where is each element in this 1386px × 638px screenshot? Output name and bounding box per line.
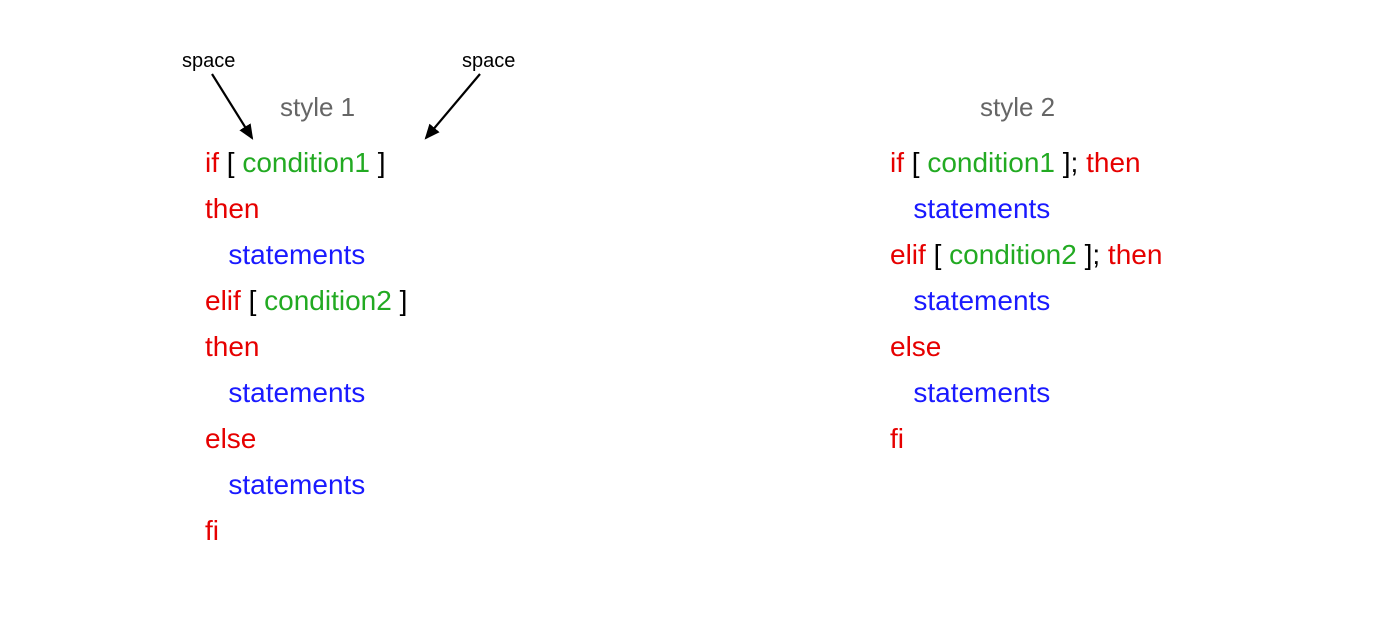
- statements: statements: [228, 377, 365, 408]
- bracket-close: ]: [392, 285, 408, 316]
- condition-1: condition1: [927, 147, 1055, 178]
- condition-2: condition2: [264, 285, 392, 316]
- indent: [890, 285, 913, 316]
- code-line: then: [205, 186, 407, 232]
- statements: statements: [913, 193, 1050, 224]
- condition-1: condition1: [242, 147, 370, 178]
- indent: [890, 193, 913, 224]
- indent: [205, 377, 228, 408]
- code-line: fi: [205, 508, 407, 554]
- code-block-style-1: if [ condition1 ] then statements elif […: [205, 140, 407, 554]
- kw-elif: elif: [890, 239, 926, 270]
- code-line: else: [890, 324, 1162, 370]
- indent: [205, 239, 228, 270]
- title-style-1: style 1: [280, 92, 355, 123]
- code-line: if [ condition1 ]: [205, 140, 407, 186]
- condition-2: condition2: [949, 239, 1077, 270]
- kw-then: then: [1108, 239, 1163, 270]
- kw-then: then: [1086, 147, 1141, 178]
- kw-then: then: [205, 193, 260, 224]
- kw-fi: fi: [890, 423, 904, 454]
- code-line: statements: [205, 462, 407, 508]
- code-line: statements: [890, 186, 1162, 232]
- code-line: elif [ condition2 ]; then: [890, 232, 1162, 278]
- statements: statements: [228, 239, 365, 270]
- code-line: if [ condition1 ]; then: [890, 140, 1162, 186]
- statements: statements: [913, 285, 1050, 316]
- kw-if: if: [890, 147, 904, 178]
- bracket-open: [: [926, 239, 949, 270]
- kw-then: then: [205, 331, 260, 362]
- bracket-close-semi: ];: [1077, 239, 1108, 270]
- code-block-style-2: if [ condition1 ]; then statements elif …: [890, 140, 1162, 462]
- title-style-2: style 2: [980, 92, 1055, 123]
- bracket-close-semi: ];: [1055, 147, 1086, 178]
- statements: statements: [228, 469, 365, 500]
- bracket-open: [: [904, 147, 927, 178]
- code-line: statements: [205, 370, 407, 416]
- diagram-root: space space style 1 style 2 if [ conditi…: [0, 0, 1386, 638]
- code-line: then: [205, 324, 407, 370]
- code-line: else: [205, 416, 407, 462]
- bracket-open: [: [219, 147, 242, 178]
- code-line: fi: [890, 416, 1162, 462]
- bracket-open: [: [241, 285, 264, 316]
- code-line: statements: [890, 370, 1162, 416]
- statements: statements: [913, 377, 1050, 408]
- kw-if: if: [205, 147, 219, 178]
- code-line: statements: [890, 278, 1162, 324]
- kw-else: else: [890, 331, 941, 362]
- bracket-close: ]: [370, 147, 386, 178]
- kw-elif: elif: [205, 285, 241, 316]
- arrow-right: [410, 70, 490, 160]
- indent: [205, 469, 228, 500]
- kw-else: else: [205, 423, 256, 454]
- code-line: statements: [205, 232, 407, 278]
- kw-fi: fi: [205, 515, 219, 546]
- code-line: elif [ condition2 ]: [205, 278, 407, 324]
- indent: [890, 377, 913, 408]
